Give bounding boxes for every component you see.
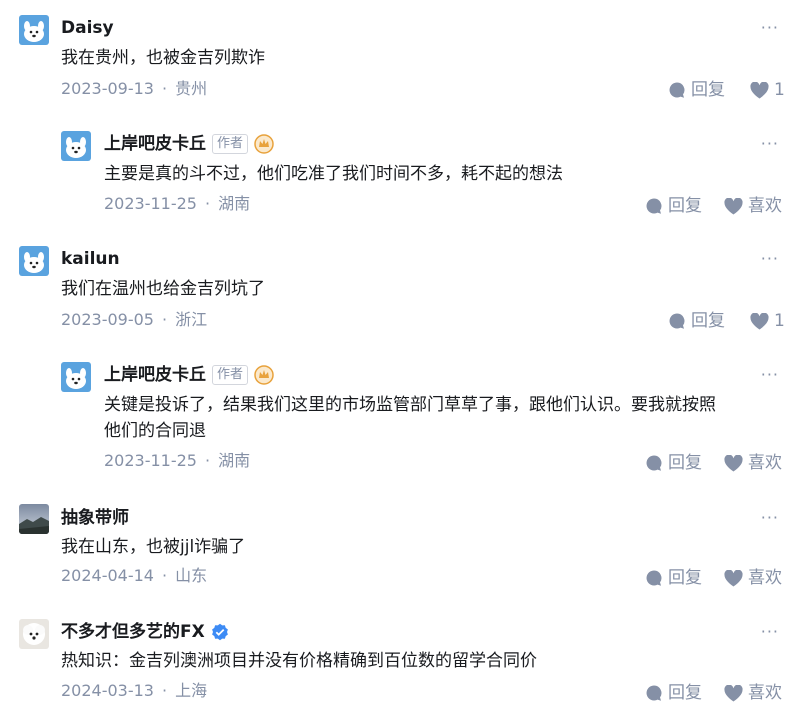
separator-dot: ·: [204, 194, 211, 213]
crown-badge-icon: [254, 365, 274, 385]
more-icon[interactable]: ···: [761, 251, 779, 267]
separator-dot: ·: [161, 79, 168, 98]
comment-text-line: 关键是投诉了，结果我们这里的市场监管部门草草了事，跟他们认识。要我就按照: [104, 395, 716, 415]
reply-label: 回复: [668, 568, 702, 588]
reply-label: 回复: [668, 196, 702, 216]
comment-meta: 2023-11-25 · 湖南: [104, 193, 250, 215]
more-icon[interactable]: ···: [761, 367, 779, 383]
comment-date: 2023-09-05: [61, 310, 154, 329]
heart-icon: [750, 81, 769, 98]
crown-badge-icon: [254, 134, 274, 154]
comment-text: 热知识：金吉列澳洲项目并没有价格精确到百位数的留学合同价: [61, 651, 537, 671]
reply-button[interactable]: 回复: [645, 452, 702, 474]
reply-bubble-icon: [646, 198, 662, 214]
comment-meta: 2023-11-25 · 湖南: [104, 450, 250, 472]
user-avatar[interactable]: [61, 131, 91, 161]
comment-meta: 2024-04-14 · 山东: [61, 565, 207, 587]
comment-author[interactable]: 上岸吧皮卡丘 作者: [104, 363, 274, 387]
comment-text-line: 他们的合同退: [104, 421, 206, 441]
reply-bubble-icon: [669, 313, 685, 329]
reply-bubble-icon: [646, 455, 662, 471]
like-count: 1: [774, 80, 785, 100]
reply-button[interactable]: 回复: [645, 682, 702, 704]
separator-dot: ·: [161, 310, 168, 329]
verified-icon: [211, 623, 229, 641]
like-button[interactable]: 喜欢: [724, 452, 782, 474]
reply-bubble-icon: [669, 82, 685, 98]
comment-location: 浙江: [175, 310, 208, 329]
comment-author[interactable]: 不多才但多艺的FX: [61, 620, 229, 644]
author-name[interactable]: kailun: [61, 247, 120, 271]
heart-icon: [724, 454, 743, 471]
comment-meta: 2023-09-05 · 浙江: [61, 309, 207, 331]
more-icon[interactable]: ···: [761, 510, 779, 526]
comment-date: 2023-11-25: [104, 451, 197, 470]
more-icon[interactable]: ···: [761, 20, 779, 36]
reply-label: 回复: [668, 453, 702, 473]
comment-meta: 2024-03-13 · 上海: [61, 680, 207, 702]
comment-date: 2023-09-13: [61, 79, 154, 98]
like-button[interactable]: 喜欢: [724, 195, 782, 217]
author-tag: 作者: [212, 134, 249, 154]
comment-author[interactable]: kailun: [61, 247, 120, 271]
comment-text: 我在贵州，也被金吉列欺诈: [61, 48, 265, 68]
comment-location: 山东: [175, 566, 208, 585]
like-button[interactable]: 喜欢: [724, 682, 782, 704]
like-count: 1: [774, 311, 785, 331]
separator-dot: ·: [161, 681, 168, 700]
like-button[interactable]: 1: [750, 79, 785, 101]
like-label: 喜欢: [748, 568, 782, 588]
reply-bubble-icon: [646, 570, 662, 586]
user-avatar[interactable]: [19, 504, 49, 534]
comment-location: 湖南: [218, 194, 251, 213]
comment-text: 主要是真的斗不过，他们吃准了我们时间不多，耗不起的想法: [104, 164, 563, 184]
more-icon[interactable]: ···: [761, 624, 779, 640]
user-avatar[interactable]: [61, 362, 91, 392]
comment-text: 我在山东，也被jjl诈骗了: [61, 537, 246, 557]
like-label: 喜欢: [748, 196, 782, 216]
separator-dot: ·: [161, 566, 168, 585]
user-avatar[interactable]: [19, 246, 49, 276]
reply-button[interactable]: 回复: [668, 79, 725, 101]
comment-date: 2024-03-13: [61, 681, 154, 700]
more-icon[interactable]: ···: [761, 136, 779, 152]
like-label: 喜欢: [748, 683, 782, 703]
comment-author[interactable]: Daisy: [61, 16, 114, 40]
heart-icon: [724, 569, 743, 586]
comment-text: 我们在温州也给金吉列坑了: [61, 279, 265, 299]
heart-icon: [724, 684, 743, 701]
author-name[interactable]: 抽象带师: [61, 506, 129, 530]
reply-button[interactable]: 回复: [668, 310, 725, 332]
like-button[interactable]: 喜欢: [724, 567, 782, 589]
author-name[interactable]: 上岸吧皮卡丘: [104, 363, 206, 387]
author-name[interactable]: 不多才但多艺的FX: [61, 620, 205, 644]
separator-dot: ·: [204, 451, 211, 470]
comment-date: 2023-11-25: [104, 194, 197, 213]
comment-location: 湖南: [218, 451, 251, 470]
comment-author[interactable]: 抽象带师: [61, 506, 129, 530]
comment-location: 上海: [175, 681, 208, 700]
heart-icon: [750, 312, 769, 329]
comment-meta: 2023-09-13 · 贵州: [61, 78, 207, 100]
reply-label: 回复: [691, 80, 725, 100]
reply-label: 回复: [691, 311, 725, 331]
user-avatar[interactable]: [19, 15, 49, 45]
comment-author[interactable]: 上岸吧皮卡丘 作者: [104, 132, 274, 156]
user-avatar[interactable]: [19, 619, 49, 649]
reply-bubble-icon: [646, 685, 662, 701]
comment-location: 贵州: [175, 79, 208, 98]
author-name[interactable]: 上岸吧皮卡丘: [104, 132, 206, 156]
like-button[interactable]: 1: [750, 310, 785, 332]
reply-label: 回复: [668, 683, 702, 703]
author-tag: 作者: [212, 365, 249, 385]
comment-date: 2024-04-14: [61, 566, 154, 585]
reply-button[interactable]: 回复: [645, 567, 702, 589]
author-name[interactable]: Daisy: [61, 16, 114, 40]
reply-button[interactable]: 回复: [645, 195, 702, 217]
heart-icon: [724, 197, 743, 214]
like-label: 喜欢: [748, 453, 782, 473]
